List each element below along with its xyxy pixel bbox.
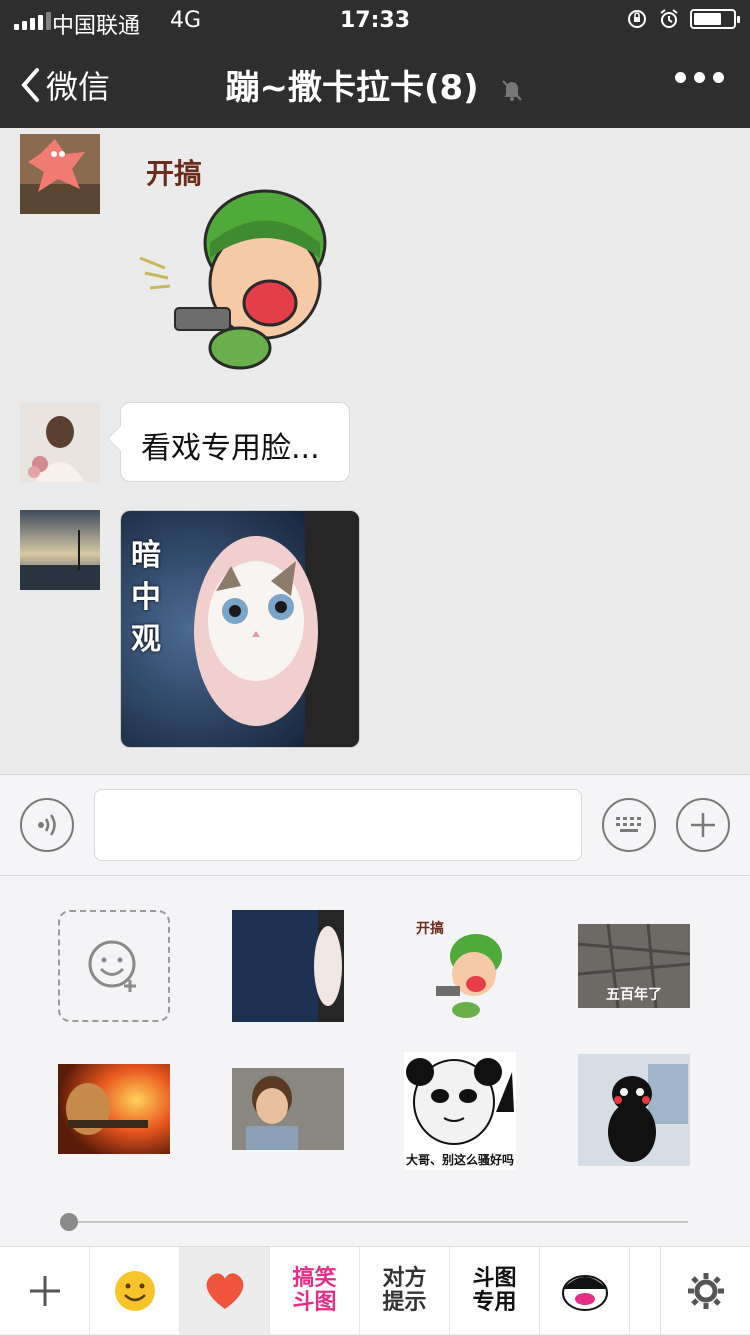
more-button[interactable]	[675, 72, 724, 83]
sticker-caption: 开搞	[416, 921, 444, 937]
keyboard-icon	[616, 817, 641, 832]
status-bar: 中国联通 4G 17:33	[0, 0, 750, 42]
tab-emoji[interactable]	[90, 1247, 180, 1335]
image-caption: 暗中观	[131, 538, 161, 657]
sticker-item[interactable]: 五百年了	[578, 924, 690, 1008]
tab-hint[interactable]: 对方 提示	[360, 1247, 450, 1335]
battery-icon	[690, 9, 740, 29]
keyboard-button[interactable]	[602, 798, 656, 852]
message-list: 开搞 看戏专用脸... 暗 中 观	[0, 128, 750, 774]
sticker-item[interactable]	[58, 1064, 170, 1154]
tab-settings[interactable]	[660, 1247, 750, 1335]
cartoon-face-icon	[561, 1275, 608, 1311]
sticker-item[interactable]	[232, 1068, 344, 1150]
tab-label: 斗图 专用	[472, 1266, 517, 1315]
input-bar	[0, 774, 750, 876]
tab-funny-stickers[interactable]: 搞笑 斗图	[270, 1247, 360, 1335]
tab-label: 对方 提示	[382, 1266, 427, 1315]
sticker-item[interactable]	[232, 910, 344, 1022]
plus-icon	[29, 1276, 60, 1306]
voice-icon	[38, 814, 56, 836]
voice-button[interactable]	[20, 798, 74, 852]
message-bubble[interactable]: 看戏专用脸...	[120, 402, 350, 482]
sticker-panel: 开搞 五百年了 大哥、别这么骚好吗	[0, 876, 750, 1246]
chat-title: 蹦~撒卡拉卡(8)	[0, 60, 750, 109]
page-slider-knob[interactable]	[60, 1213, 78, 1231]
page-slider-track	[68, 1221, 688, 1223]
tab-favorites[interactable]	[180, 1247, 270, 1335]
tab-label: 搞笑 斗图	[292, 1266, 337, 1315]
heart-icon	[206, 1273, 243, 1309]
mute-bell-icon	[501, 79, 522, 101]
more-actions-button[interactable]	[676, 798, 730, 852]
gear-icon	[687, 1273, 724, 1309]
alarm-icon	[660, 9, 678, 28]
tab-sticker-pack[interactable]	[540, 1247, 630, 1335]
sticker-item[interactable]: 大哥、别这么骚好吗	[404, 1052, 516, 1170]
plus-icon	[691, 813, 715, 837]
avatar[interactable]	[20, 402, 100, 482]
add-emoji-icon	[88, 940, 136, 992]
tab-add[interactable]	[0, 1247, 90, 1335]
smiley-icon	[114, 1271, 155, 1311]
chat-title-text: 蹦~撒卡拉卡(8)	[225, 68, 479, 108]
sticker-caption: 开搞	[146, 157, 203, 190]
sticker-caption: 大哥、别这么骚好吗	[405, 1153, 514, 1167]
message-text: 看戏专用脸...	[141, 431, 320, 466]
top-bar: 中国联通 4G 17:33 微信 蹦~撒卡拉卡(8)	[0, 0, 750, 128]
sticker-item[interactable]	[578, 1054, 690, 1166]
sticker-caption: 五百年了	[606, 987, 662, 1003]
image-message[interactable]: 暗中观	[120, 510, 360, 748]
tab-battle-stickers[interactable]: 斗图 专用	[450, 1247, 540, 1335]
message-input[interactable]	[94, 789, 582, 861]
sticker-tab-bar: 搞笑 斗图 对方 提示 斗图 专用	[0, 1246, 750, 1335]
sticker-message[interactable]: 开搞	[120, 148, 350, 378]
avatar[interactable]	[20, 510, 100, 590]
sticker-item[interactable]: 开搞	[410, 914, 522, 1022]
avatar[interactable]	[20, 134, 100, 214]
orientation-lock-icon	[628, 10, 646, 28]
add-sticker-button[interactable]	[58, 910, 170, 1022]
